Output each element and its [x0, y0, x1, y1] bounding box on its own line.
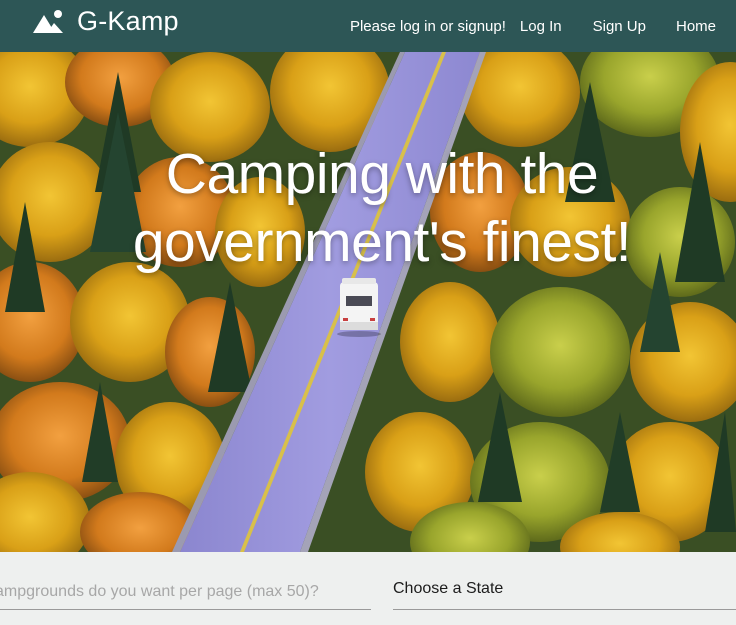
hero-title: Camping with the government's finest!: [0, 140, 736, 276]
brand[interactable]: G-Kamp: [33, 6, 179, 37]
hero-title-line-2: government's finest!: [132, 210, 632, 274]
signup-link[interactable]: Sign Up: [593, 18, 646, 35]
per-page-input[interactable]: [0, 574, 371, 610]
navbar: G-Kamp Please log in or signup! Log In S…: [0, 0, 736, 52]
login-link[interactable]: Log In: [520, 18, 562, 35]
brand-name: G-Kamp: [77, 6, 179, 36]
hero-background-image: [0, 52, 736, 552]
hero-title-line-1: Camping with the: [165, 142, 599, 206]
hero: Camping with the government's finest!: [0, 52, 736, 552]
state-select-label: Choose a State: [393, 580, 504, 597]
nav-links: Please log in or signup! Log In Sign Up …: [350, 0, 716, 52]
login-prompt: Please log in or signup!: [349, 17, 506, 35]
state-select[interactable]: Choose a State: [393, 574, 736, 610]
mountain-icon: [33, 9, 63, 33]
home-link[interactable]: Home: [676, 18, 716, 35]
search-form: Choose a State: [0, 552, 736, 625]
